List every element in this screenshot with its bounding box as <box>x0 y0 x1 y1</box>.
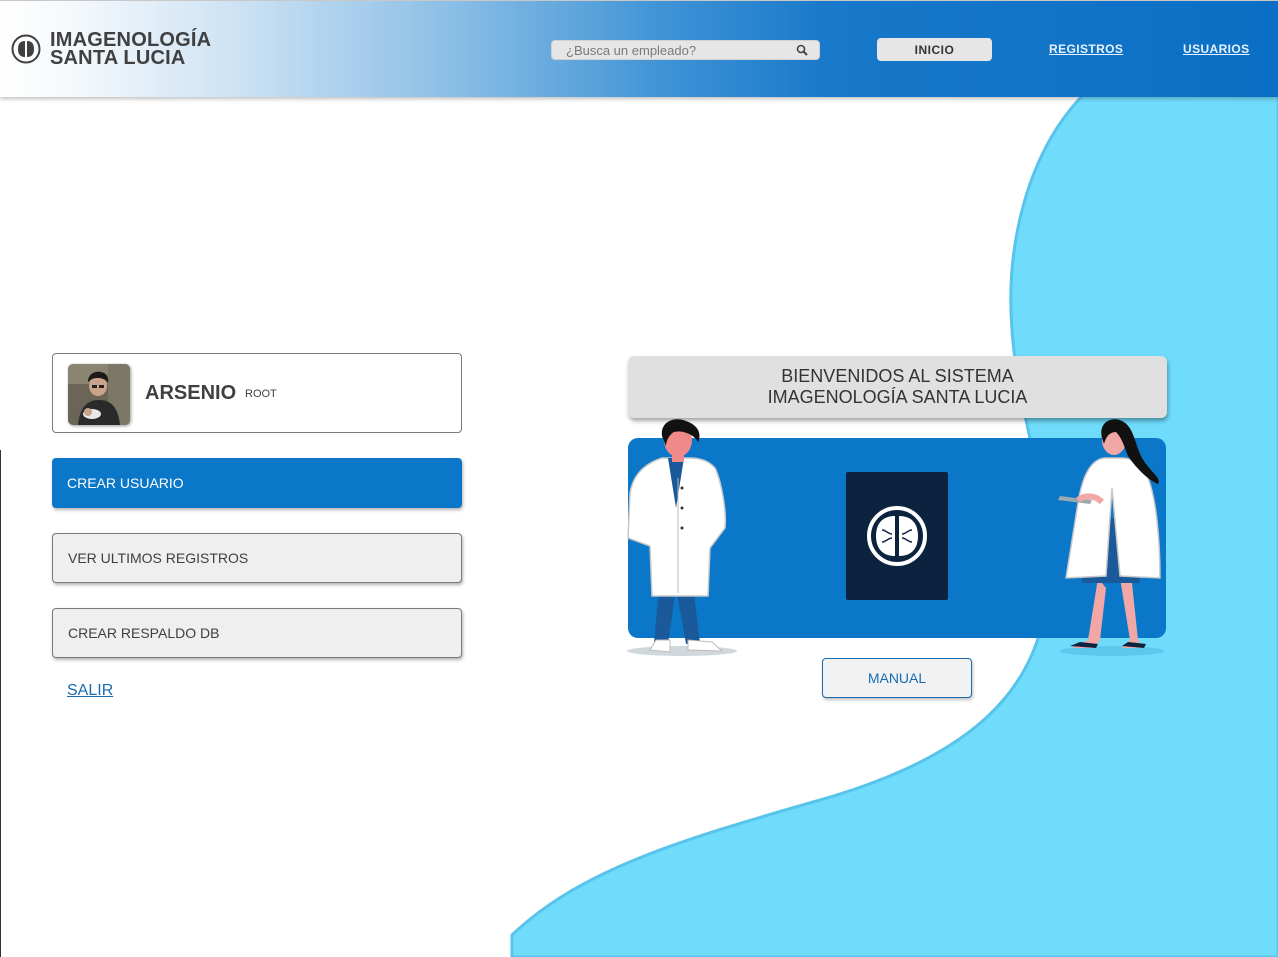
brain-emblem-icon <box>846 472 948 600</box>
ver-ultimos-registros-button[interactable]: VER ULTIMOS REGISTROS <box>52 533 462 583</box>
nav-registros-link[interactable]: REGISTROS <box>1049 42 1123 56</box>
crear-usuario-button[interactable]: CREAR USUARIO <box>52 458 462 508</box>
welcome-banner: BIENVENIDOS AL SISTEMA IMAGENOLOGÍA SANT… <box>628 356 1167 418</box>
salir-link[interactable]: SALIR <box>67 682 113 700</box>
nav-usuarios-link[interactable]: USUARIOS <box>1183 42 1250 56</box>
welcome-line-2: IMAGENOLOGÍA SANTA LUCIA <box>767 387 1028 407</box>
avatar <box>68 364 130 425</box>
profile-name: ARSENIO <box>145 382 237 404</box>
top-header: IMAGENOLOGÍA SANTA LUCIA INICIO REGISTRO… <box>0 0 1278 97</box>
crear-respaldo-db-button[interactable]: CREAR RESPALDO DB <box>52 608 462 658</box>
welcome-line-1: BIENVENIDOS AL SISTEMA <box>781 366 1014 386</box>
doctors-illustration <box>627 419 1166 656</box>
profile-card: ARSENIO ROOT <box>52 353 462 433</box>
nav-inicio-button[interactable]: INICIO <box>877 38 992 61</box>
manual-button[interactable]: MANUAL <box>822 658 972 698</box>
brain-logo-icon <box>11 34 41 64</box>
brand-title: IMAGENOLOGÍA SANTA LUCIA <box>50 30 211 69</box>
search-input[interactable] <box>552 41 792 59</box>
search-icon[interactable] <box>795 43 809 57</box>
brand-line-2: SANTA LUCIA <box>50 47 186 69</box>
profile-role-badge: ROOT <box>245 388 277 400</box>
search-box <box>551 40 820 60</box>
